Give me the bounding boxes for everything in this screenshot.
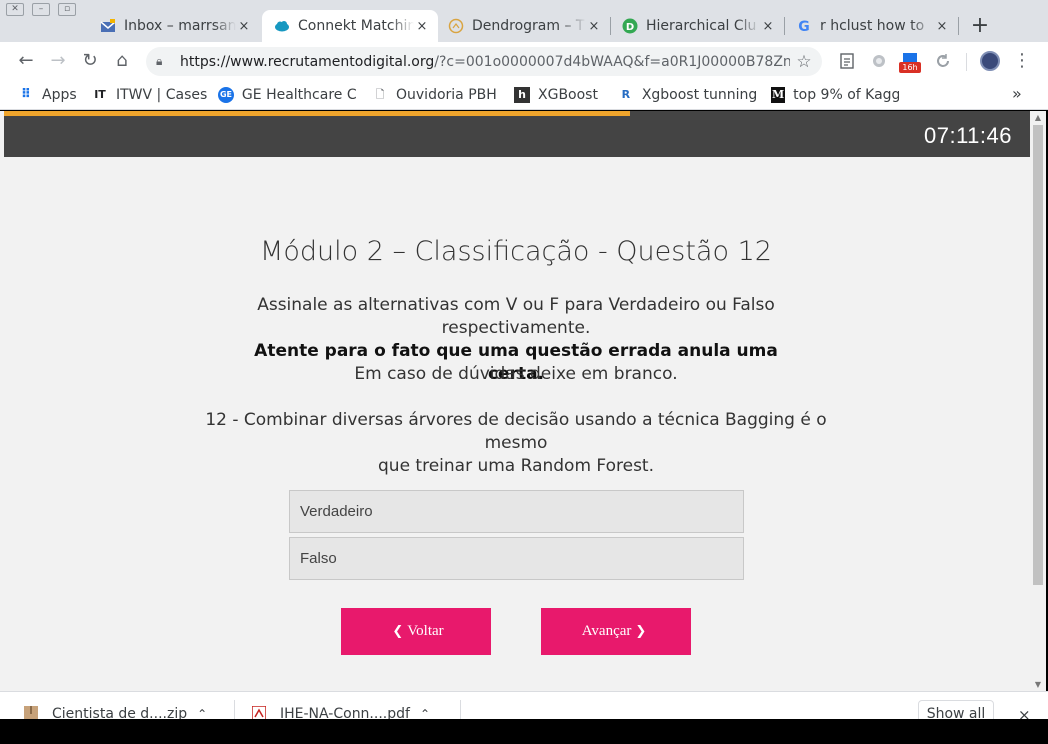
google-icon: G <box>798 19 810 34</box>
forward-arrow-icon[interactable]: → <box>46 49 70 73</box>
back-button-label: Voltar <box>407 623 444 639</box>
kebab-menu-icon[interactable]: ⋮ <box>1010 49 1034 73</box>
zip-archive-icon <box>24 706 38 719</box>
bookmarks-bar: ⠿ Apps IT ITWV | Cases GE GE Healthcare … <box>0 80 1048 110</box>
page-icon: 🗋︎ <box>375 88 385 101</box>
bookmark-star-icon[interactable]: ☆ <box>790 52 818 72</box>
download-filename: IHE-NA-Conn....pdf <box>280 706 410 719</box>
download-separator <box>234 700 235 719</box>
back-arrow-icon[interactable]: ← <box>14 49 38 73</box>
h-logo-icon: h <box>514 87 530 103</box>
tab-label: Dendrogram – T <box>472 18 585 34</box>
scroll-up-arrow-icon[interactable]: ▲ <box>1030 113 1046 122</box>
tab-google[interactable]: G r hclust how to × <box>784 10 958 42</box>
window-maximize-icon[interactable]: ▫ <box>58 3 76 16</box>
dendrogram-site-icon <box>448 18 464 34</box>
bookmarks-overflow-icon[interactable]: » <box>1012 84 1022 103</box>
tab-strip: ✕ – ▫ Inbox – marrsan × Connekt Matching… <box>0 0 1048 42</box>
ge-logo-icon: GE <box>218 87 234 103</box>
scroll-down-arrow-icon[interactable]: ▼ <box>1030 680 1046 689</box>
tab-close-icon[interactable]: × <box>760 19 776 34</box>
circle-extension-icon[interactable] <box>870 52 888 70</box>
window-minimize-icon[interactable]: – <box>32 3 50 16</box>
close-shelf-icon[interactable]: × <box>1018 706 1031 719</box>
tab-close-icon[interactable]: × <box>236 19 252 34</box>
chevron-up-icon[interactable]: ⌃ <box>197 707 207 719</box>
svg-text:G: G <box>798 19 810 34</box>
tab-label: Connekt Matching <box>298 18 414 34</box>
tab-separator <box>784 17 785 35</box>
option-verdadeiro[interactable]: Verdadeiro <box>289 490 744 533</box>
question-text: 12 - Combinar diversas árvores de decisã… <box>196 409 836 478</box>
mail-icon <box>100 19 116 32</box>
show-all-downloads-button[interactable]: Show all <box>918 700 994 719</box>
bookmark-xgboost[interactable]: h XGBoost <box>514 85 598 105</box>
tab-inbox[interactable]: Inbox – marrsan × <box>88 10 260 42</box>
download-item[interactable]: IHE-NA-Conn....pdf ⌃ <box>252 706 430 719</box>
back-button[interactable]: ❮ Voltar <box>341 608 491 655</box>
exam-header: 07:11:46 <box>4 111 1030 157</box>
apps-grid-icon: ⠿ <box>20 87 32 102</box>
exam-timer: 07:11:46 <box>923 123 1012 148</box>
extension-badge: 16h <box>899 62 921 73</box>
download-filename: Cientista de d....zip <box>52 706 188 719</box>
tab-close-icon[interactable]: × <box>934 19 950 34</box>
url-text[interactable]: https://www.recrutamentodigital.org/?c=0… <box>180 54 790 70</box>
address-bar[interactable]: 🔒︎ https://www.recrutamentodigital.org/?… <box>146 47 822 76</box>
salesforce-cloud-icon <box>275 21 289 32</box>
reader-extension-icon[interactable] <box>838 52 856 70</box>
medium-m-icon: M <box>771 87 786 103</box>
new-tab-button[interactable]: + <box>968 12 992 40</box>
download-separator <box>460 700 461 719</box>
question-line: que treinar uma Random Forest. <box>378 456 654 476</box>
exam-page: 07:11:46 Módulo 2 – Classificação - Ques… <box>0 111 1030 691</box>
tab-separator <box>610 17 611 35</box>
exam-progress-bar <box>4 111 630 116</box>
bookmark-kaggle[interactable]: M top 9% of Kaggle <box>771 85 899 105</box>
window-close-icon[interactable]: ✕ <box>6 3 24 16</box>
option-falso[interactable]: Falso <box>289 537 744 580</box>
tab-hierarchical[interactable]: D Hierarchical Clu × <box>610 10 784 42</box>
next-button-label: Avançar <box>581 623 632 639</box>
bookmark-ouvidoria[interactable]: 🗋︎ Ouvidoria PBH <box>372 85 497 105</box>
instruction-text: Assinale as alternativas com V ou F para… <box>257 295 775 338</box>
datacamp-icon: D <box>622 18 638 34</box>
svg-text:D: D <box>626 22 634 33</box>
instruction-blank-note: Em caso de dúvidas deixe em branco. <box>354 364 678 384</box>
tab-connekt[interactable]: Connekt Matching × <box>262 10 438 42</box>
browser-toolbar: ← → ↻ ⌂ 🔒︎ https://www.recrutamentodigit… <box>0 42 1048 80</box>
tab-label: r hclust how to <box>820 18 925 34</box>
question-title: Módulo 2 – Classificação - Questão 12 <box>260 236 772 267</box>
scrollbar-thumb[interactable] <box>1033 125 1043 585</box>
bookmark-apps[interactable]: ⠿ Apps <box>18 85 77 105</box>
download-item[interactable]: Cientista de d....zip ⌃ <box>24 706 207 719</box>
tab-dendrogram[interactable]: Dendrogram – T × <box>436 10 610 42</box>
sync-extension-icon[interactable] <box>934 52 952 70</box>
question-line: 12 - Combinar diversas árvores de decisã… <box>205 410 827 453</box>
tab-close-icon[interactable]: × <box>586 19 602 34</box>
screen-bottom-edge <box>0 719 1048 744</box>
page-scrollbar[interactable]: ▲ ▼ <box>1030 111 1046 691</box>
tab-label: Inbox – marrsan <box>124 18 236 34</box>
lock-icon: 🔒︎ <box>156 54 163 68</box>
chevron-right-icon: ❯ <box>635 624 647 639</box>
itwv-icon: IT <box>94 88 106 101</box>
tab-label: Hierarchical Clu <box>646 18 757 34</box>
reload-icon[interactable]: ↻ <box>78 49 102 73</box>
tab-close-icon[interactable]: × <box>414 19 430 34</box>
r-logo-icon: R <box>621 88 631 101</box>
toolbar-separator <box>966 53 967 71</box>
bookmark-xgboost-tunning[interactable]: R Xgboost tunning <box>618 85 756 105</box>
chevron-left-icon: ❮ <box>392 624 404 639</box>
bookmark-itwv[interactable]: IT ITWV | Cases <box>92 85 207 105</box>
home-icon[interactable]: ⌂ <box>110 49 134 73</box>
pdf-file-icon <box>252 706 266 719</box>
tab-separator <box>958 17 959 35</box>
profile-avatar[interactable] <box>980 51 1000 71</box>
bookmark-ge-healthcare[interactable]: GE GE Healthcare C <box>218 85 356 105</box>
download-shelf: Cientista de d....zip ⌃ IHE-NA-Conn....p… <box>0 691 1048 719</box>
next-button[interactable]: Avançar ❯ <box>541 608 691 655</box>
chevron-up-icon[interactable]: ⌃ <box>420 707 430 719</box>
